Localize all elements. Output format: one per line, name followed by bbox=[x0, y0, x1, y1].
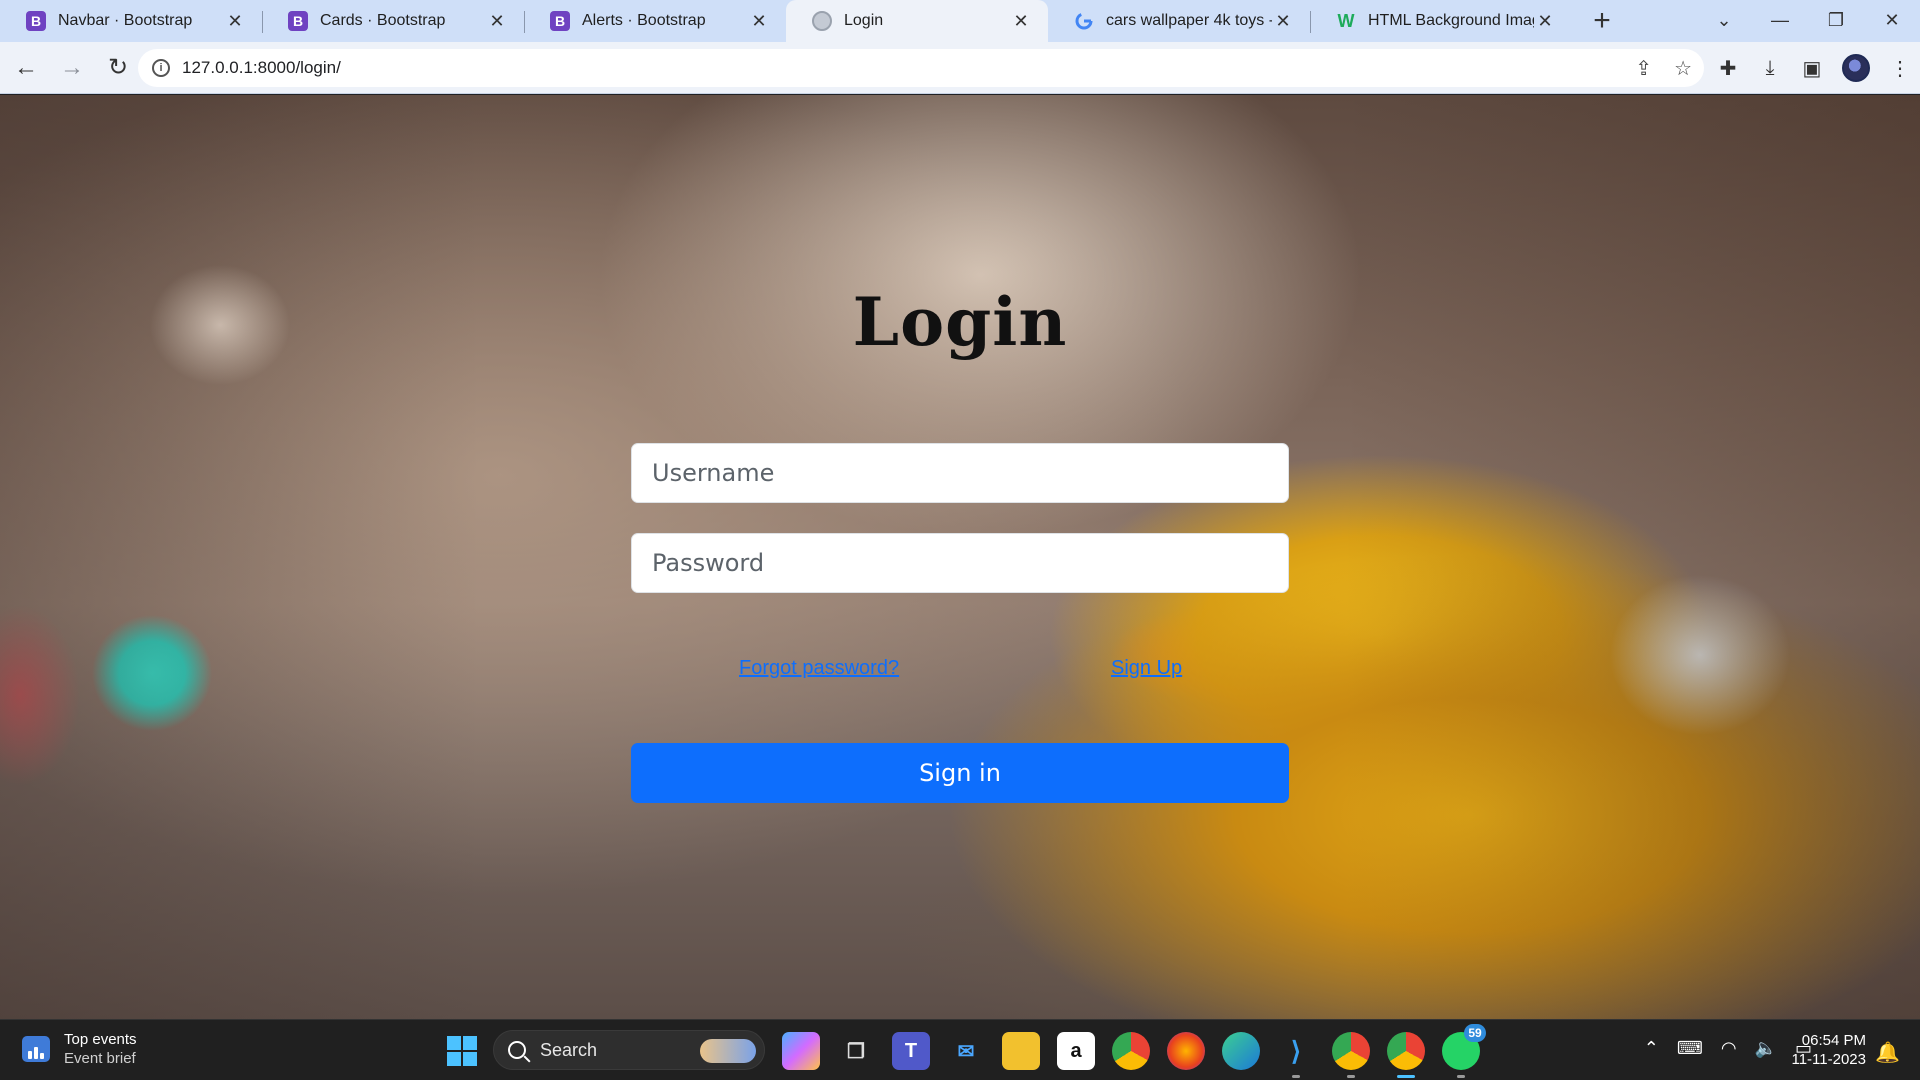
vscode-icon[interactable]: ⟩ bbox=[1277, 1032, 1315, 1078]
profile-avatar[interactable] bbox=[1842, 54, 1870, 82]
firefox-icon[interactable] bbox=[1167, 1032, 1205, 1070]
chrome-active-icon[interactable] bbox=[1387, 1032, 1425, 1078]
volume-icon[interactable]: 🔈 bbox=[1755, 1038, 1777, 1059]
username-input[interactable] bbox=[631, 443, 1289, 503]
notification-bell-icon[interactable]: 🔔 bbox=[1875, 1040, 1900, 1065]
google-icon bbox=[1074, 11, 1094, 31]
minimize-icon[interactable]: — bbox=[1752, 0, 1808, 40]
teams-icon[interactable]: T bbox=[892, 1032, 930, 1070]
url-text[interactable]: 127.0.0.1:8000/login/ bbox=[182, 58, 341, 78]
forward-icon[interactable]: → bbox=[52, 48, 92, 88]
close-icon[interactable]: ✕ bbox=[1010, 10, 1032, 32]
menu-kebab-icon[interactable]: ⋮ bbox=[1888, 56, 1912, 80]
side-panel-icon[interactable]: ▣ bbox=[1800, 56, 1824, 80]
bootstrap-icon: B bbox=[26, 11, 46, 31]
close-icon[interactable]: ✕ bbox=[486, 10, 508, 32]
tab-title: cars wallpaper 4k toys - Go bbox=[1106, 12, 1272, 29]
edge-icon[interactable] bbox=[1222, 1032, 1260, 1070]
signup-link[interactable]: Sign Up bbox=[1111, 657, 1182, 680]
browser-toolbar: ← → ↻ i 127.0.0.1:8000/login/ ⇪ ☆ ✚ ⤓ ▣ … bbox=[0, 42, 1920, 94]
address-bar-actions: ⇪ ☆ bbox=[1635, 49, 1692, 87]
pinned-apps: ❐ T ✉ a ⟩ 59 bbox=[782, 1024, 1486, 1078]
chevron-up-icon[interactable]: ⌃ bbox=[1644, 1038, 1659, 1059]
amazon-icon[interactable]: a bbox=[1057, 1032, 1095, 1070]
mail-icon[interactable]: ✉ bbox=[947, 1032, 985, 1070]
globe-icon bbox=[812, 11, 832, 31]
tab-navbar-bootstrap[interactable]: B Navbar · Bootstrap ✕ bbox=[0, 0, 262, 42]
auth-links: Forgot password? Sign Up bbox=[631, 657, 1289, 687]
search-label: Search bbox=[540, 1039, 598, 1060]
clock-time: 06:54 PM bbox=[1801, 1032, 1866, 1049]
back-icon[interactable]: ← bbox=[6, 48, 46, 88]
wifi-icon[interactable]: ◠ bbox=[1721, 1038, 1737, 1059]
reload-icon[interactable]: ↻ bbox=[98, 48, 138, 88]
calendar-widget-icon bbox=[22, 1036, 50, 1062]
address-bar[interactable]: i 127.0.0.1:8000/login/ ⇪ ☆ bbox=[138, 49, 1704, 87]
system-tray: ⌃ ⌨ ◠ 🔈 ▭ bbox=[1644, 1038, 1812, 1059]
password-input[interactable] bbox=[631, 533, 1289, 593]
copilot-icon[interactable] bbox=[782, 1032, 820, 1070]
close-icon[interactable]: ✕ bbox=[224, 10, 246, 32]
login-page: Login Forgot password? Sign Up Sign in bbox=[0, 95, 1920, 1019]
tab-title: Alerts · Bootstrap bbox=[582, 12, 706, 29]
widgets-button[interactable]: Top events Event brief bbox=[22, 1030, 137, 1068]
signin-button[interactable]: Sign in bbox=[631, 743, 1289, 803]
file-explorer-icon[interactable] bbox=[1002, 1032, 1040, 1070]
windows-start-icon[interactable] bbox=[447, 1036, 477, 1066]
tab-title: Navbar · Bootstrap bbox=[58, 12, 193, 29]
tab-title: HTML Background Images bbox=[1368, 12, 1534, 29]
close-window-icon[interactable]: ✕ bbox=[1864, 0, 1920, 40]
search-highlight-art bbox=[700, 1039, 756, 1063]
bootstrap-icon: B bbox=[288, 11, 308, 31]
clock[interactable]: 06:54 PM 11-11-2023 bbox=[1791, 1031, 1866, 1069]
site-info-icon[interactable]: i bbox=[152, 59, 170, 77]
page-title: Login bbox=[852, 283, 1068, 361]
widget-text: Top events Event brief bbox=[64, 1030, 137, 1068]
chrome-icon[interactable] bbox=[1112, 1032, 1150, 1070]
download-icon[interactable]: ⤓ bbox=[1758, 56, 1782, 80]
tab-login[interactable]: Login ✕ bbox=[786, 0, 1048, 42]
widget-subtitle: Event brief bbox=[64, 1050, 136, 1067]
whatsapp-badge: 59 bbox=[1464, 1024, 1486, 1042]
task-view-icon[interactable]: ❐ bbox=[837, 1032, 875, 1070]
bootstrap-icon: B bbox=[550, 11, 570, 31]
close-icon[interactable]: ✕ bbox=[748, 10, 770, 32]
widget-title: Top events bbox=[64, 1031, 137, 1048]
windows-taskbar: Top events Event brief Search ❐ T ✉ a ⟩ … bbox=[0, 1019, 1920, 1080]
tab-title: Cards · Bootstrap bbox=[320, 12, 446, 29]
toolbar-actions: ✚ ⤓ ▣ ⋮ bbox=[1716, 48, 1912, 88]
tab-search-icon[interactable]: ⌄ bbox=[1696, 0, 1752, 40]
restore-icon[interactable]: ❐ bbox=[1808, 0, 1864, 40]
tab-google-search[interactable]: cars wallpaper 4k toys - Go ✕ bbox=[1048, 0, 1310, 42]
whatsapp-icon[interactable]: 59 bbox=[1442, 1024, 1486, 1078]
taskbar-search[interactable]: Search bbox=[493, 1030, 765, 1070]
tab-cards-bootstrap[interactable]: B Cards · Bootstrap ✕ bbox=[262, 0, 524, 42]
bookmark-star-icon[interactable]: ☆ bbox=[1674, 56, 1692, 81]
extensions-icon[interactable]: ✚ bbox=[1716, 56, 1740, 80]
tab-title: Login bbox=[844, 12, 884, 29]
search-icon bbox=[508, 1041, 526, 1059]
w3schools-icon: W bbox=[1337, 10, 1355, 31]
tab-w3schools[interactable]: W HTML Background Images ✕ bbox=[1310, 0, 1572, 42]
tab-alerts-bootstrap[interactable]: B Alerts · Bootstrap ✕ bbox=[524, 0, 786, 42]
close-icon[interactable]: ✕ bbox=[1534, 10, 1556, 32]
share-icon[interactable]: ⇪ bbox=[1635, 56, 1652, 81]
browser-tab-strip: B Navbar · Bootstrap ✕ B Cards · Bootstr… bbox=[0, 0, 1920, 42]
chrome-profile-icon[interactable] bbox=[1332, 1032, 1370, 1078]
close-icon[interactable]: ✕ bbox=[1272, 10, 1294, 32]
forgot-password-link[interactable]: Forgot password? bbox=[739, 657, 899, 680]
new-tab-button[interactable]: + bbox=[1582, 1, 1622, 41]
clock-date: 11-11-2023 bbox=[1791, 1051, 1866, 1068]
tab-list: B Navbar · Bootstrap ✕ B Cards · Bootstr… bbox=[0, 0, 1572, 42]
keyboard-icon[interactable]: ⌨ bbox=[1677, 1038, 1703, 1059]
window-controls: ⌄ — ❐ ✕ bbox=[1696, 0, 1920, 40]
